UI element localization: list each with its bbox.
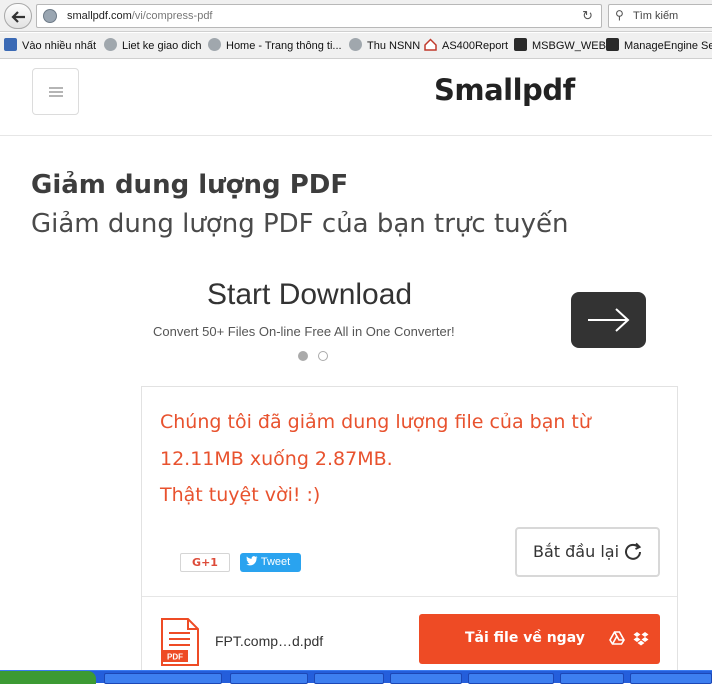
taskbar-item[interactable]	[230, 673, 308, 684]
pdf-file-icon: PDF	[161, 618, 199, 666]
browser-toolbar: smallpdf.com/vi/compress-pdf ↻ ⚲ Tìm kiế…	[0, 0, 712, 32]
logo[interactable]: Smallpdf	[434, 73, 575, 107]
start-button[interactable]	[0, 671, 96, 684]
back-button[interactable]	[4, 3, 32, 29]
globe-icon	[349, 38, 362, 51]
taskbar	[0, 670, 712, 684]
arrow-right-icon	[588, 308, 630, 332]
bookmark-item[interactable]: Home - Trang thông ti...	[208, 38, 342, 52]
page-subtitle: Giảm dung lượng PDF của bạn trực tuyến	[31, 209, 569, 239]
search-icon: ⚲	[615, 8, 624, 22]
file-name: FPT.comp…d.pdf	[215, 633, 324, 649]
restart-icon	[625, 542, 642, 560]
search-placeholder: Tìm kiếm	[633, 10, 679, 22]
reload-icon[interactable]: ↻	[582, 9, 593, 24]
ad-description[interactable]: Convert 50+ Files On-line Free All in On…	[153, 324, 455, 339]
result-message-line: Chúng tôi đã giảm dung lượng file của bạ…	[160, 411, 591, 433]
app-icon	[514, 38, 527, 51]
carousel-dot[interactable]	[318, 351, 328, 361]
taskbar-item[interactable]	[314, 673, 384, 684]
result-card: Chúng tôi đã giảm dung lượng file của bạ…	[141, 386, 678, 683]
search-page-icon	[4, 38, 17, 51]
url-text: smallpdf.com/vi/compress-pdf	[67, 10, 213, 22]
result-message-line: Thật tuyệt vời! :)	[160, 484, 321, 506]
download-button[interactable]: Tải file về ngay	[419, 614, 660, 664]
app-icon	[606, 38, 619, 51]
taskbar-item[interactable]	[104, 673, 222, 684]
site-info-icon[interactable]	[43, 9, 57, 23]
bookmark-item[interactable]: AS400Report	[424, 38, 508, 52]
card-divider	[142, 596, 677, 597]
taskbar-item[interactable]	[630, 673, 712, 684]
dropbox-icon[interactable]	[633, 631, 649, 646]
bookmark-item[interactable]: Liet ke giao dich	[104, 38, 202, 52]
tweet-button[interactable]: Tweet	[240, 553, 301, 572]
pdf-badge-label: PDF	[167, 653, 183, 662]
download-label: Tải file về ngay	[465, 630, 585, 646]
house-icon	[424, 38, 437, 51]
taskbar-item[interactable]	[390, 673, 462, 684]
ad-title[interactable]: Start Download	[207, 278, 412, 312]
google-drive-icon[interactable]	[609, 631, 625, 645]
restart-button[interactable]: Bắt đầu lại	[515, 527, 660, 577]
taskbar-item[interactable]	[560, 673, 624, 684]
search-input[interactable]: ⚲ Tìm kiếm	[608, 4, 712, 28]
address-bar[interactable]: smallpdf.com/vi/compress-pdf ↻	[36, 4, 602, 28]
twitter-bird-icon	[246, 556, 258, 566]
result-message-line: 12.11MB xuống 2.87MB.	[160, 448, 393, 470]
carousel-dot-active[interactable]	[298, 351, 308, 361]
globe-icon	[104, 38, 117, 51]
restart-label: Bắt đầu lại	[533, 542, 620, 561]
hamburger-icon	[49, 87, 63, 89]
google-plus-button[interactable]: G+1	[180, 553, 230, 572]
site-header: Smallpdf	[0, 60, 712, 136]
back-arrow-icon	[11, 11, 25, 23]
bookmark-item[interactable]: Vào nhiều nhất	[4, 38, 96, 52]
bookmark-item[interactable]: ManageEngine Se	[606, 38, 712, 52]
tweet-label: Tweet	[260, 556, 291, 568]
bookmark-item[interactable]: Thu NSNN	[349, 38, 420, 52]
globe-icon	[208, 38, 221, 51]
ad-next-button[interactable]	[571, 292, 646, 348]
bookmark-item[interactable]: MSBGW_WEB	[514, 38, 606, 52]
taskbar-item[interactable]	[468, 673, 554, 684]
page-title: Giảm dung lượng PDF	[31, 170, 349, 200]
bookmarks-bar: Vào nhiều nhất Liet ke giao dich Home - …	[0, 33, 712, 59]
menu-button[interactable]	[32, 68, 79, 115]
